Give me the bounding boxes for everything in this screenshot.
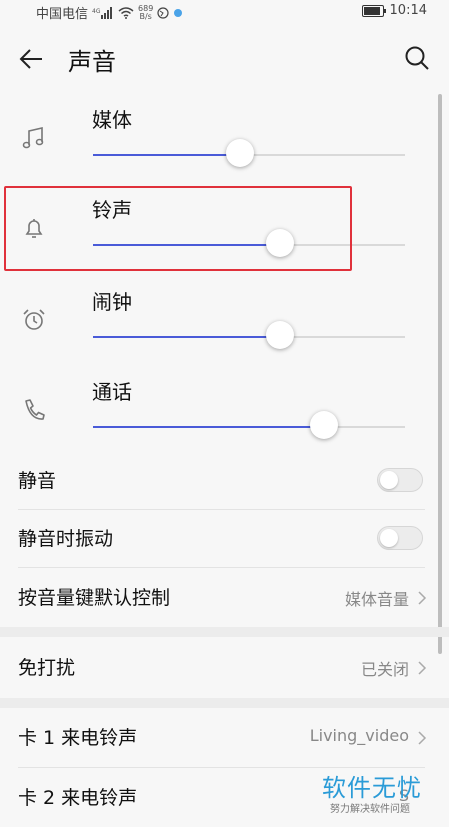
call-volume-slider[interactable] [93, 411, 405, 439]
slider-fill [93, 154, 240, 156]
highlight-box [4, 186, 352, 271]
search-icon[interactable] [403, 44, 431, 72]
status-right: 10:14 [361, 3, 427, 18]
page-title: 声音 [68, 48, 116, 76]
sim1-ringtone-row[interactable]: 卡 1 来电铃声 Living_video [0, 709, 449, 767]
phone-icon [25, 399, 45, 420]
volume-key-default-label: 按音量键默认控制 [18, 587, 171, 609]
volume-label-alarm: 闹钟 [92, 290, 132, 314]
volume-label-media: 媒体 [92, 108, 132, 132]
chevron-right-icon [418, 731, 427, 745]
media-volume-slider[interactable] [93, 139, 405, 167]
alarm-volume-slider[interactable] [93, 321, 405, 349]
mute-row[interactable]: 静音 [0, 452, 449, 510]
volume-key-default-value: 媒体音量 [344, 590, 409, 609]
net-speed: 689 B/s [138, 4, 153, 21]
switch-knob [380, 471, 398, 489]
volume-row-alarm: 闹钟 [0, 280, 449, 370]
signal-icon: 4G [92, 6, 113, 19]
arrow-left-icon[interactable] [16, 44, 46, 74]
app-bar: 声音 [0, 30, 449, 86]
chevron-right-icon [418, 591, 427, 605]
do-not-disturb-value: 已关闭 [360, 660, 409, 679]
divider [18, 567, 425, 568]
clock: 10:14 [389, 3, 427, 18]
mute-switch[interactable] [377, 468, 423, 492]
vibrate-when-muted-row[interactable]: 静音时振动 [0, 510, 449, 568]
app-notification-icon [174, 8, 183, 17]
switch-knob [380, 529, 398, 547]
sim1-ringtone-value: Living_video [309, 726, 409, 745]
mute-label: 静音 [18, 470, 57, 492]
vpn-globe-icon [157, 6, 169, 19]
do-not-disturb-label: 免打扰 [18, 657, 76, 679]
net-speed-unit: B/s [139, 11, 152, 21]
watermark: 软件无忧 努力解决软件问题 [318, 768, 438, 818]
music-note-icon [22, 126, 44, 149]
status-left: 中国电信 4G 689 B/s [36, 3, 183, 22]
volume-label-call: 通话 [92, 380, 132, 404]
status-bar: 中国电信 4G 689 B/s 10:14 [0, 0, 449, 24]
volume-key-default-row[interactable]: 按音量键默认控制 媒体音量 [0, 569, 449, 627]
section-gap [0, 698, 449, 708]
vibrate-when-muted-switch[interactable] [377, 526, 423, 550]
slider-thumb[interactable] [225, 139, 254, 167]
chevron-right-icon [418, 661, 427, 675]
svg-text:4G: 4G [92, 8, 101, 15]
watermark-subtitle: 努力解决软件问题 [330, 804, 410, 815]
battery-icon [361, 4, 386, 17]
slider-fill [93, 426, 324, 428]
alarm-clock-icon [23, 309, 45, 330]
sim2-ringtone-label: 卡 2 来电铃声 [18, 787, 138, 809]
sim1-ringtone-label: 卡 1 来电铃声 [18, 727, 138, 749]
carrier-name: 中国电信 [36, 7, 89, 22]
volume-row-call: 通话 [0, 370, 449, 460]
slider-thumb[interactable] [266, 321, 295, 349]
watermark-title: 软件无忧 [322, 774, 422, 802]
do-not-disturb-row[interactable]: 免打扰 已关闭 [0, 639, 449, 697]
wifi-icon [118, 6, 134, 19]
slider-thumb[interactable] [309, 411, 338, 439]
vibrate-when-muted-label: 静音时振动 [18, 528, 114, 550]
slider-fill [93, 336, 281, 338]
section-gap [0, 627, 449, 637]
volume-row-media: 媒体 [0, 98, 449, 188]
